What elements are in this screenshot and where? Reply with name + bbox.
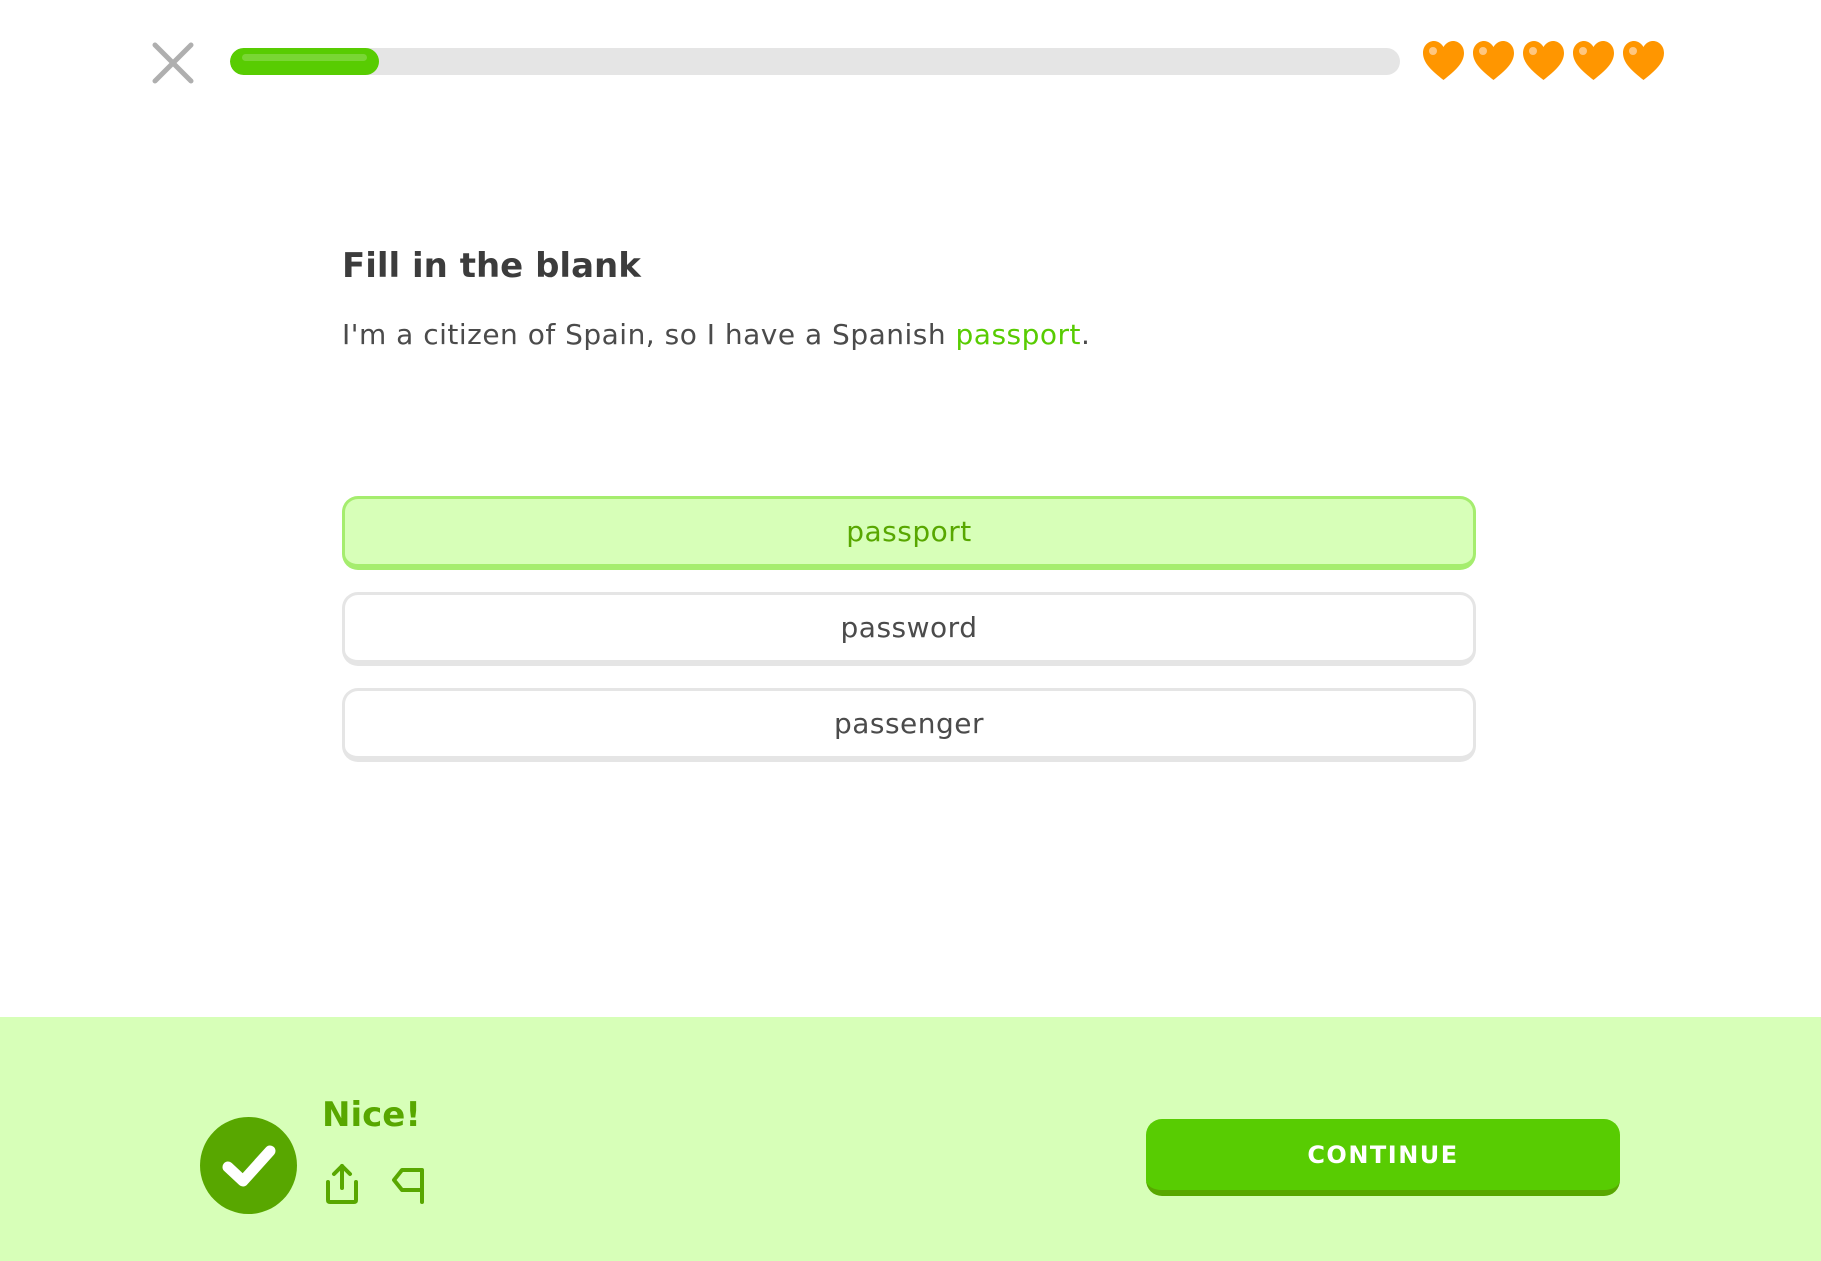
progress-highlight — [242, 54, 367, 61]
correct-badge — [200, 1117, 297, 1214]
answer-option-passenger[interactable]: passenger — [342, 688, 1476, 762]
flag-icon — [392, 1168, 424, 1204]
heart-icon — [1623, 41, 1664, 80]
close-button[interactable] — [148, 38, 198, 88]
heart-icon — [1523, 41, 1564, 80]
heart-icon — [1573, 41, 1614, 80]
sentence-filled-answer: passport — [955, 318, 1082, 351]
heart-icon — [1473, 41, 1514, 80]
report-button[interactable] — [388, 1162, 428, 1206]
sentence-text: I'm a citizen of Spain, so I have a Span… — [342, 318, 956, 351]
share-button[interactable] — [322, 1162, 362, 1206]
sentence-end: . — [1081, 318, 1091, 351]
hearts-counter — [1422, 40, 1665, 82]
progress-fill — [230, 48, 379, 75]
feedback-title: Nice! — [322, 1095, 421, 1135]
heart-icon — [1423, 41, 1464, 80]
lesson-screen: Fill in the blank I'm a citizen of Spain… — [0, 0, 1821, 1261]
continue-button[interactable]: CONTINUE — [1146, 1119, 1620, 1196]
exercise-instruction: Fill in the blank — [342, 246, 641, 286]
answer-option-passport[interactable]: passport — [342, 496, 1476, 570]
checkmark-icon — [222, 1145, 276, 1187]
exercise-sentence: I'm a citizen of Spain, so I have a Span… — [342, 318, 1090, 351]
close-icon — [152, 42, 194, 84]
lesson-progress-bar — [230, 48, 1400, 75]
feedback-panel: Nice! CONTINUE — [0, 1017, 1821, 1261]
share-icon — [326, 1164, 358, 1204]
answer-option-password[interactable]: password — [342, 592, 1476, 666]
